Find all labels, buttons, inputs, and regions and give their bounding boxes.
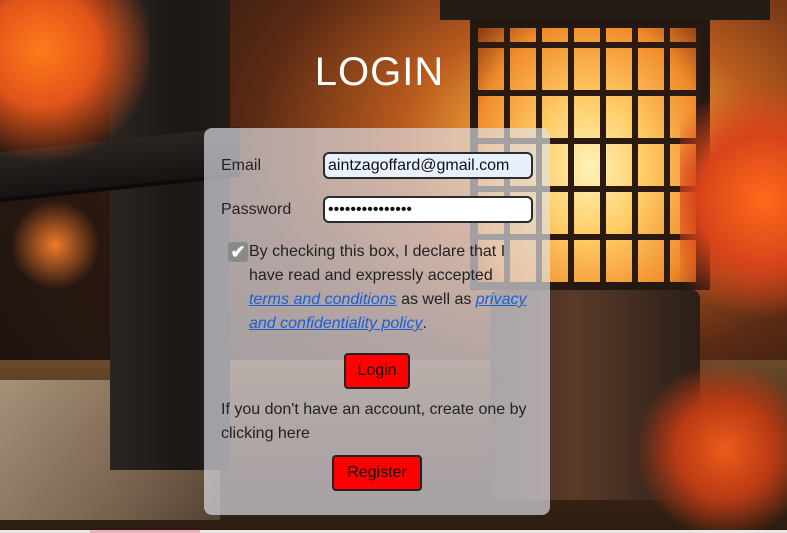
background-leaves xyxy=(680,60,787,340)
consent-checkbox[interactable]: ✔ xyxy=(228,242,248,262)
page-title-text: LOGIN xyxy=(314,50,445,94)
password-row: Password xyxy=(221,196,533,223)
consent-text-middle: as well as xyxy=(396,291,476,308)
login-card: Email Password ✔ By checking this box, I… xyxy=(204,128,550,515)
register-button[interactable]: Register xyxy=(332,455,422,491)
terms-link[interactable]: terms and conditions xyxy=(249,291,397,308)
email-label: Email xyxy=(221,156,262,174)
consent-row: ✔ By checking this box, I declare that I… xyxy=(228,240,528,336)
consent-text: By checking this box, I declare that I h… xyxy=(249,240,528,336)
consent-text-before: By checking this box, I declare that I h… xyxy=(249,243,506,284)
consent-text-after: . xyxy=(422,315,427,332)
password-field[interactable] xyxy=(323,196,533,223)
login-button[interactable]: Login xyxy=(344,353,410,389)
check-icon: ✔ xyxy=(230,242,246,262)
email-field[interactable] xyxy=(323,152,533,179)
email-row: Email xyxy=(221,152,533,179)
page-title: LOGIN xyxy=(0,50,787,95)
password-label: Password xyxy=(221,200,292,218)
register-prompt: If you don't have an account, create one… xyxy=(221,401,527,442)
background-lantern-roof xyxy=(440,0,770,20)
background-leaves xyxy=(640,360,787,533)
background-leaves xyxy=(10,200,100,290)
login-page: LOGIN Email Password ✔ By checking this … xyxy=(0,0,787,533)
